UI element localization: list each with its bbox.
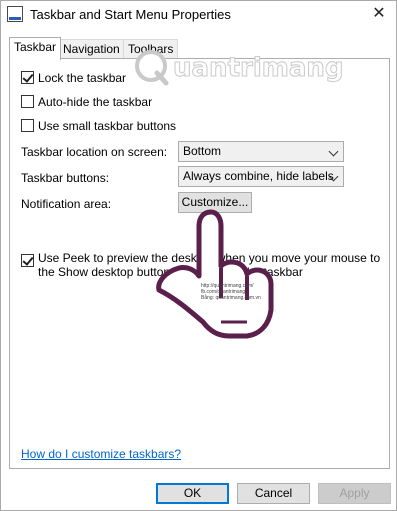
- notification-area-label: Notification area:: [21, 197, 112, 211]
- peek-checkbox[interactable]: [21, 254, 34, 267]
- tab-toolbars[interactable]: Toolbars: [123, 39, 179, 59]
- location-select[interactable]: Bottom: [178, 141, 344, 162]
- tab-navigation[interactable]: Navigation: [58, 39, 125, 59]
- taskbar-app-icon: [7, 6, 23, 22]
- title-bar: Taskbar and Start Menu Properties ✕: [1, 1, 396, 29]
- customize-button[interactable]: Customize...: [178, 192, 252, 213]
- watermark-caption: http://quantrimang.com/ fb.com/quantrima…: [201, 283, 261, 301]
- apply-button: Apply: [318, 483, 391, 504]
- small-buttons-label: Use small taskbar buttons: [38, 119, 177, 133]
- auto-hide-label: Auto-hide the taskbar: [38, 95, 153, 109]
- help-link[interactable]: How do I customize taskbars?: [21, 447, 181, 461]
- cancel-button[interactable]: Cancel: [237, 483, 310, 504]
- tab-taskbar[interactable]: Taskbar: [9, 37, 62, 60]
- peek-label: Use Peek to preview the desktop when you…: [38, 251, 381, 279]
- lock-taskbar-checkbox[interactable]: [21, 71, 34, 84]
- chevron-down-icon: [328, 146, 339, 157]
- auto-hide-checkbox[interactable]: [21, 95, 34, 108]
- location-label: Taskbar location on screen:: [21, 145, 168, 159]
- taskbar-buttons-label: Taskbar buttons:: [21, 171, 110, 185]
- window-title: Taskbar and Start Menu Properties: [30, 7, 231, 22]
- taskbar-buttons-value: Always combine, hide labels: [183, 169, 334, 183]
- ok-button[interactable]: OK: [156, 483, 229, 504]
- properties-window: Taskbar and Start Menu Properties ✕ Task…: [0, 0, 397, 511]
- location-value: Bottom: [183, 144, 222, 158]
- lock-taskbar-label: Lock the taskbar: [38, 71, 127, 85]
- watermark-caption-line: Bằng: quantrimang.com.vn: [201, 295, 261, 301]
- small-buttons-checkbox[interactable]: [21, 119, 34, 132]
- tab-strip: Taskbar Navigation Toolbars: [9, 37, 389, 60]
- taskbar-buttons-select[interactable]: Always combine, hide labels: [178, 166, 344, 187]
- close-button[interactable]: ✕: [362, 1, 396, 27]
- taskbar-tab-panel: Lock the taskbar Auto-hide the taskbar U…: [9, 58, 390, 469]
